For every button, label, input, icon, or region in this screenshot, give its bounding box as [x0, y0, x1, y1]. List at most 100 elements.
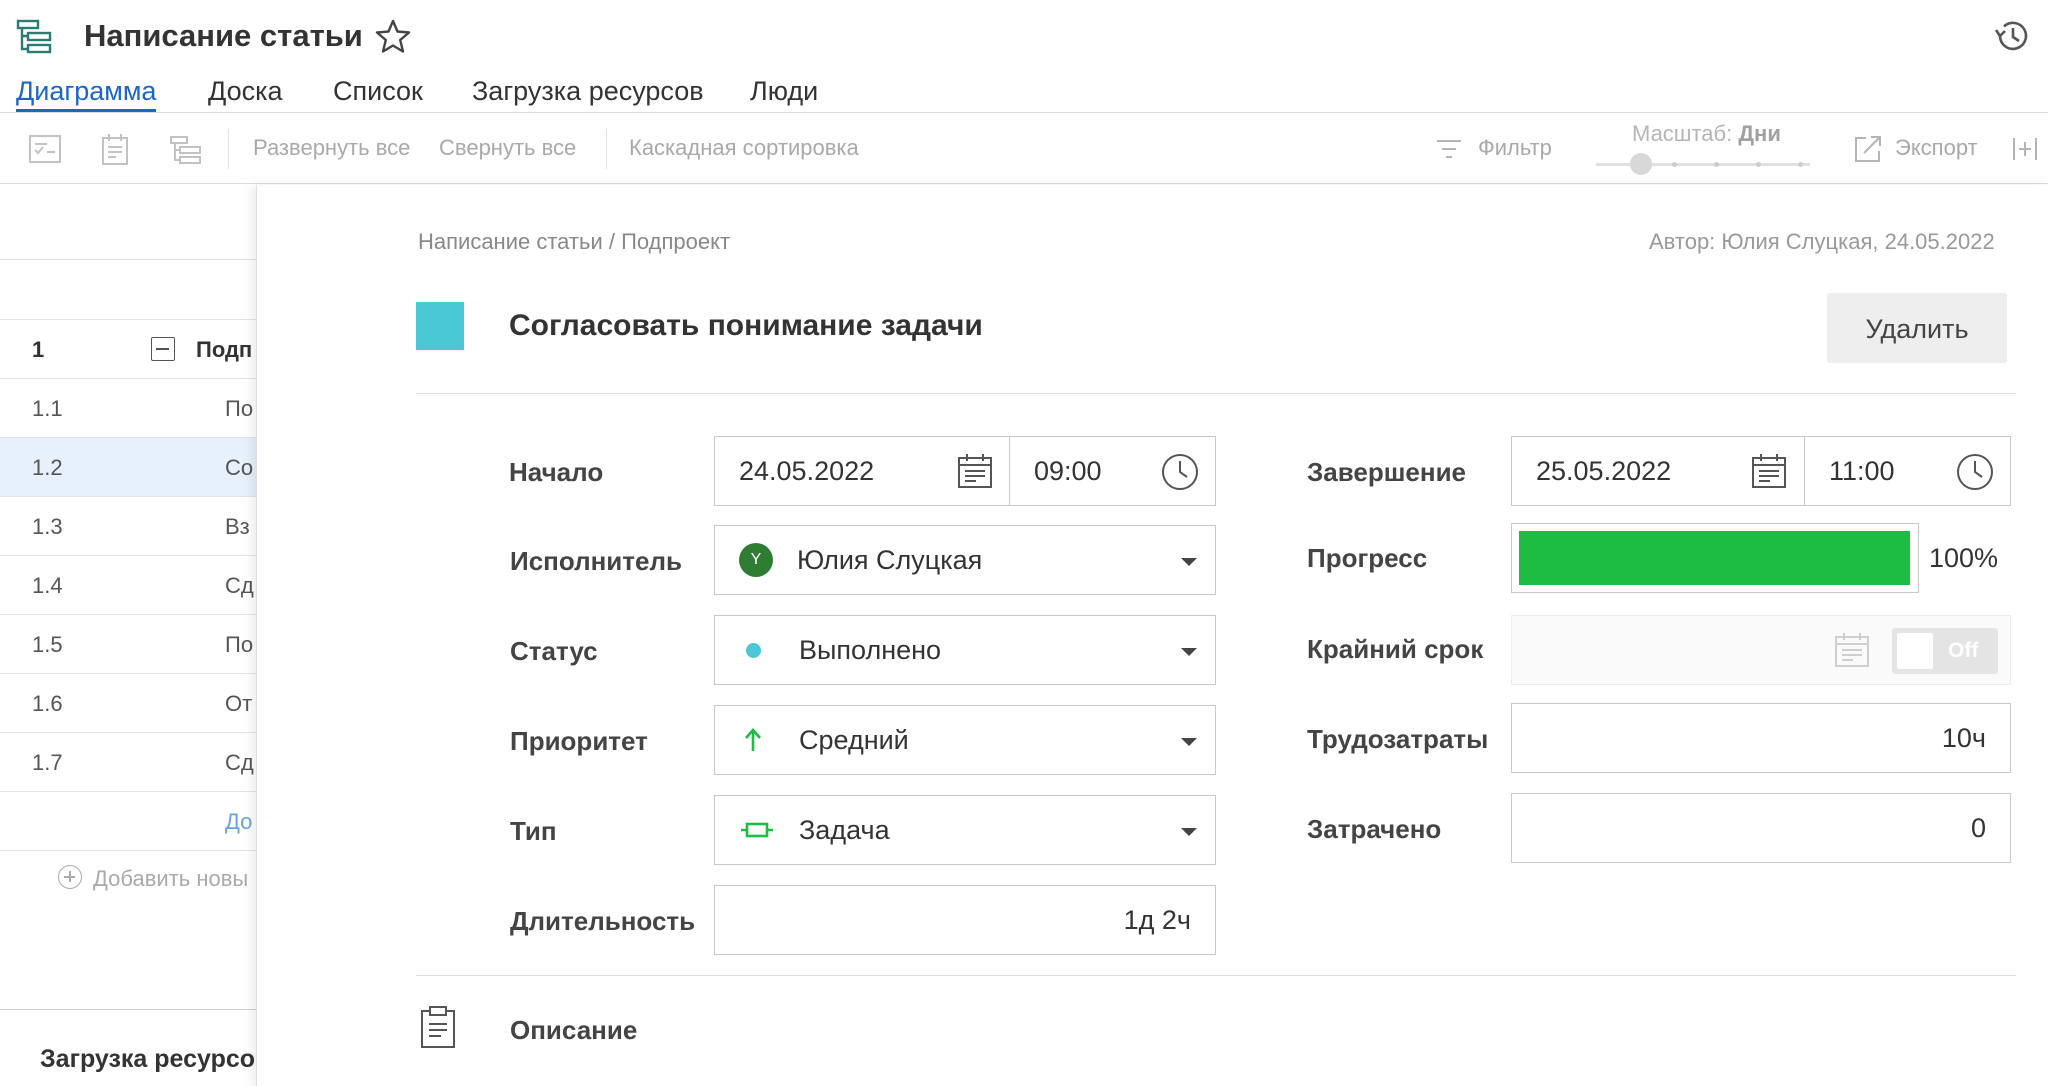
task-number: 1.1 — [32, 396, 63, 421]
collapse-group-icon[interactable] — [151, 337, 175, 361]
clock-icon[interactable] — [1955, 452, 1995, 492]
task-row[interactable]: 1.3 Вз — [0, 497, 256, 556]
task-name: Сд — [225, 573, 254, 598]
task-number: 1.6 — [32, 691, 63, 716]
fit-width-icon[interactable] — [2010, 134, 2040, 164]
chevron-down-icon — [1181, 648, 1197, 656]
chevron-down-icon — [1181, 828, 1197, 836]
avatar: Y — [739, 543, 773, 577]
progress-label: Прогресс — [1307, 543, 1428, 573]
add-task-link[interactable]: До — [225, 809, 252, 835]
assignee-label: Исполнитель — [510, 546, 682, 576]
task-detail-panel: Написание статьи / Подпроект Автор: Юлия… — [256, 185, 2048, 1086]
task-name: Со — [225, 455, 254, 480]
task-row[interactable]: 1.6 От — [0, 674, 256, 733]
scale-slider[interactable] — [1596, 153, 1810, 175]
start-time-field[interactable]: 09:00 — [1009, 436, 1216, 506]
breadcrumb[interactable]: Написание статьи / Подпроект — [418, 229, 730, 255]
cascade-sort-button[interactable]: Каскадная сортировка — [629, 135, 859, 161]
tab-diagram[interactable]: Диаграмма — [16, 76, 157, 112]
task-name: Вз — [225, 514, 250, 539]
task-name: От — [225, 691, 253, 716]
task-type-icon — [741, 822, 773, 838]
task-number: 1.2 — [32, 455, 63, 480]
history-icon[interactable] — [1992, 16, 2032, 56]
page-title: Написание статьи — [84, 18, 363, 53]
task-name: Сд — [225, 750, 254, 775]
task-title[interactable]: Согласовать понимание задачи — [509, 309, 983, 343]
arrow-up-icon — [745, 728, 761, 751]
author-info: Автор: Юлия Слуцкая, 24.05.2022 — [1649, 229, 1995, 254]
end-time-field[interactable]: 11:00 — [1804, 436, 2011, 506]
progress-bar[interactable] — [1511, 523, 1919, 593]
status-select[interactable]: Выполнено — [714, 615, 1216, 685]
collapse-all-button[interactable]: Свернуть все — [439, 135, 576, 161]
duration-field[interactable]: 1д 2ч — [714, 885, 1216, 955]
checklist-icon[interactable] — [27, 131, 63, 167]
end-date-field[interactable]: 25.05.2022 — [1511, 436, 1805, 506]
task-list-panel: 1 Подп 1.1 По 1.2 Со 1.3 Вз 1.4 Сд 1.5 П… — [0, 185, 256, 1086]
calendar-icon[interactable] — [956, 452, 994, 490]
description-label: Описание — [510, 1015, 638, 1045]
deadline-label: Крайний срок — [1307, 634, 1484, 664]
task-name: Подп — [196, 337, 253, 362]
add-task-row[interactable]: До — [0, 792, 256, 851]
delete-button[interactable]: Удалить — [1827, 293, 2007, 363]
task-row-group[interactable]: 1 Подп — [0, 319, 256, 379]
calendar-list-icon[interactable] — [98, 131, 134, 167]
task-name: По — [225, 396, 254, 421]
assignee-select[interactable]: Y Юлия Слуцкая — [714, 525, 1216, 595]
deadline-toggle[interactable]: Off — [1892, 628, 1998, 674]
tab-people[interactable]: Люди — [750, 76, 818, 112]
task-number: 1.5 — [32, 632, 63, 657]
task-row[interactable]: 1.1 По — [0, 379, 256, 438]
filter-icon[interactable] — [1434, 134, 1464, 164]
clipboard-icon — [421, 1006, 455, 1048]
task-row[interactable]: 1.4 Сд — [0, 556, 256, 615]
scale-slider-handle[interactable] — [1630, 153, 1652, 175]
priority-label: Приоритет — [510, 726, 648, 756]
export-button[interactable]: Экспорт — [1895, 135, 1978, 161]
status-label: Статус — [510, 636, 598, 666]
task-number: 1.7 — [32, 750, 63, 775]
add-circle-icon[interactable] — [58, 865, 82, 889]
start-date-field[interactable]: 24.05.2022 — [714, 436, 1010, 506]
divider — [416, 393, 2016, 394]
tab-resource-load[interactable]: Загрузка ресурсов — [472, 76, 704, 112]
toolbar-divider — [606, 129, 607, 169]
start-label: Начало — [509, 457, 604, 487]
spent-field[interactable]: 0 — [1511, 793, 2011, 863]
end-label: Завершение — [1307, 457, 1467, 487]
toolbar: Развернуть все Свернуть все Каскадная со… — [0, 112, 2048, 184]
progress-value: 100% — [1929, 543, 1999, 573]
spent-label: Затрачено — [1307, 814, 1442, 844]
favorite-star-icon[interactable] — [374, 18, 412, 56]
task-row[interactable]: 1.5 По — [0, 615, 256, 674]
deadline-field[interactable]: Off — [1511, 615, 2011, 685]
task-color-swatch[interactable] — [416, 302, 464, 350]
calendar-icon — [1835, 633, 1869, 667]
tab-board[interactable]: Доска — [208, 76, 283, 112]
task-number: 1.4 — [32, 573, 63, 598]
effort-field[interactable]: 10ч — [1511, 703, 2011, 773]
expand-all-button[interactable]: Развернуть все — [253, 135, 410, 161]
type-select[interactable]: Задача — [714, 795, 1216, 865]
scale-label: Масштаб: Дни — [1632, 121, 1781, 146]
chevron-down-icon — [1181, 738, 1197, 746]
hierarchy-icon[interactable] — [168, 131, 204, 167]
tab-list[interactable]: Список — [333, 76, 423, 112]
export-icon[interactable] — [1852, 133, 1884, 165]
progress-bar-fill — [1519, 531, 1910, 585]
task-number: 1 — [32, 337, 45, 362]
task-number: 1.3 — [32, 514, 63, 539]
status-dot-icon — [746, 643, 761, 658]
clock-icon[interactable] — [1160, 452, 1200, 492]
add-new-button[interactable]: Добавить новы — [93, 866, 248, 892]
priority-select[interactable]: Средний — [714, 705, 1216, 775]
task-row[interactable]: 1.7 Сд — [0, 733, 256, 792]
project-tree-icon[interactable] — [16, 18, 54, 56]
task-row-selected[interactable]: 1.2 Со — [0, 438, 256, 497]
calendar-icon[interactable] — [1750, 452, 1788, 490]
filter-button[interactable]: Фильтр — [1478, 135, 1552, 161]
chevron-down-icon — [1181, 558, 1197, 566]
